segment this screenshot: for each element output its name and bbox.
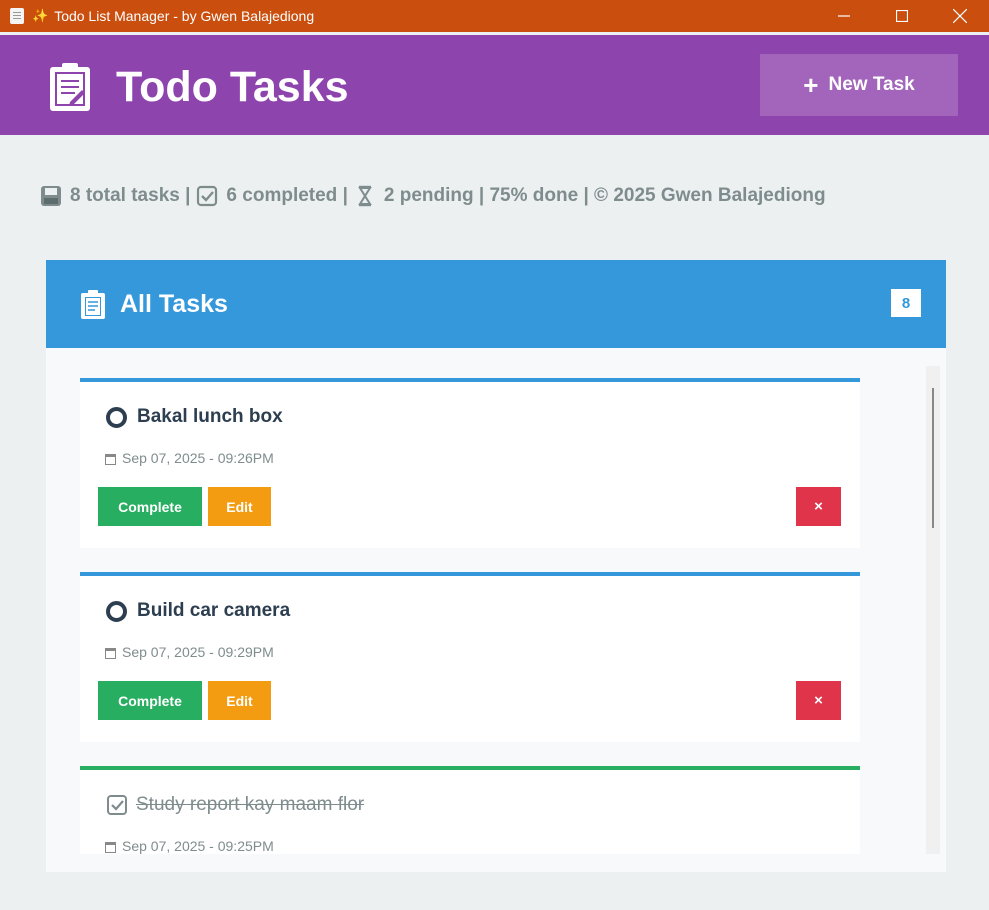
- task-name: Bakal lunch box: [137, 406, 283, 427]
- minimize-button[interactable]: [815, 0, 873, 32]
- checkbox-icon: [197, 185, 218, 207]
- calendar-icon: [105, 648, 116, 659]
- panel-header: All Tasks 8: [46, 260, 946, 348]
- window-controls: [815, 0, 989, 32]
- edit-button[interactable]: Edit: [208, 487, 271, 526]
- clipboard-icon: [81, 290, 105, 319]
- task-date: Sep 07, 2025 - 09:25PM: [122, 838, 274, 854]
- complete-button[interactable]: Complete: [98, 681, 202, 720]
- task-name: Study report kay maam flor: [136, 794, 365, 815]
- hourglass-icon: [358, 185, 372, 207]
- panel-title: All Tasks: [120, 290, 228, 318]
- page-title: Todo Tasks: [116, 63, 349, 111]
- complete-button[interactable]: Complete: [98, 487, 202, 526]
- close-icon: [953, 9, 967, 23]
- new-task-label: New Task: [828, 74, 915, 95]
- sparkle-icon: ✨: [32, 8, 49, 24]
- task-card: Study report kay maam flor Sep 07, 2025 …: [80, 766, 860, 854]
- minimize-icon: [838, 15, 850, 17]
- task-count-badge: 8: [891, 289, 921, 317]
- calendar-icon: [105, 454, 116, 465]
- calendar-icon: [105, 842, 116, 853]
- task-name: Build car camera: [137, 600, 291, 621]
- delete-button[interactable]: ×: [796, 487, 841, 526]
- task-status-bar: [80, 378, 860, 382]
- window-title: Todo List Manager - by Gwen Balajediong: [54, 8, 315, 24]
- task-status-bar: [80, 572, 860, 576]
- maximize-icon: [896, 10, 908, 22]
- task-date: Sep 07, 2025 - 09:26PM: [122, 450, 274, 466]
- plus-icon: +: [803, 70, 819, 100]
- edit-button[interactable]: Edit: [208, 681, 271, 720]
- floppy-disk-icon: [41, 186, 61, 206]
- stats-completed: 6 completed |: [226, 185, 348, 206]
- delete-button[interactable]: ×: [796, 681, 841, 720]
- circle-icon: [106, 600, 127, 622]
- task-date: Sep 07, 2025 - 09:29PM: [122, 644, 274, 660]
- task-list[interactable]: Bakal lunch box Sep 07, 2025 - 09:26PM C…: [46, 348, 946, 854]
- tasks-panel: All Tasks 8 Bakal lunch box Sep 07, 2025…: [46, 260, 946, 872]
- new-task-button[interactable]: + New Task: [760, 54, 958, 116]
- stats-pending: 2 pending | 75% done | © 2025 Gwen Balaj…: [383, 185, 826, 206]
- document-icon: [10, 8, 24, 24]
- app-header: Todo Tasks + New Task: [0, 35, 989, 135]
- task-card: Build car camera Sep 07, 2025 - 09:29PM …: [80, 572, 860, 742]
- task-card: Bakal lunch box Sep 07, 2025 - 09:26PM C…: [80, 378, 860, 548]
- task-status-bar: [80, 766, 860, 770]
- scrollbar[interactable]: [926, 366, 940, 854]
- scroll-thumb[interactable]: [932, 388, 934, 528]
- stats-total: 8 total tasks |: [70, 185, 191, 206]
- clipboard-icon: [50, 63, 90, 111]
- maximize-button[interactable]: [873, 0, 931, 32]
- task-stats: 8 total tasks | 6 completed | 2 pending …: [40, 185, 832, 207]
- close-button[interactable]: [931, 0, 989, 32]
- checkbox-icon: [107, 795, 127, 815]
- window-titlebar: ✨ Todo List Manager - by Gwen Balajedion…: [0, 0, 989, 32]
- circle-icon: [106, 406, 127, 428]
